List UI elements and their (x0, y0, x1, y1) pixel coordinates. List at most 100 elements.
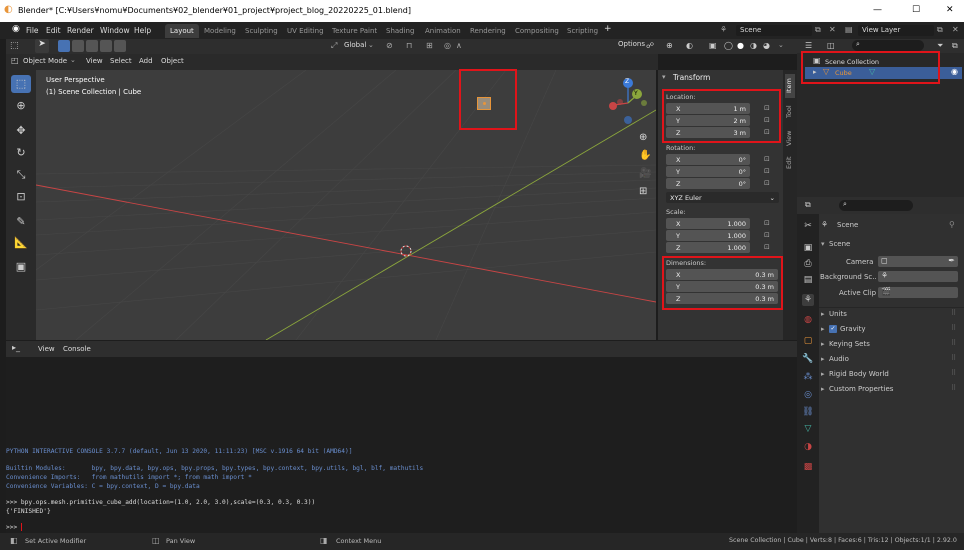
tab-scripting[interactable]: Scripting (562, 24, 603, 38)
select-mode-intersect-icon[interactable] (114, 40, 126, 52)
measure-tool-icon[interactable]: 📐 (11, 234, 31, 252)
toggle-xray-icon[interactable]: ▣ (709, 41, 717, 50)
new-scene-icon[interactable]: ⧉ (815, 25, 821, 35)
view-layer-tab-icon[interactable]: ▤ (802, 274, 814, 286)
select-mode-extend-icon[interactable] (72, 40, 84, 52)
scene-selector[interactable]: Scene (736, 25, 812, 36)
camera-view-icon[interactable]: 🎥 (639, 168, 651, 179)
select-box-tool-icon[interactable]: ⬚ (11, 75, 31, 93)
output-tab-icon[interactable]: ⎙ (802, 258, 814, 270)
tab-sculpting[interactable]: Sculpting (240, 24, 283, 38)
active-clip-field[interactable]: 🎬 (878, 287, 958, 298)
rotation-mode-dropdown[interactable]: XYZ Euler ⌄ (666, 192, 779, 203)
gravity-checkbox[interactable]: ✓ (829, 325, 837, 333)
transform-orientation-dropdown[interactable]: Global (344, 41, 366, 49)
rotation-x-field[interactable]: X 0° (666, 154, 750, 165)
tab-texture-paint[interactable]: Texture Paint (327, 24, 382, 38)
section-rigid-body-world[interactable]: ▸ Rigid Body World ⠿ (819, 367, 964, 382)
new-collection-icon[interactable]: ⧉ (952, 41, 958, 51)
close-button[interactable]: ✕ (946, 5, 954, 15)
maximize-button[interactable]: ☐ (912, 5, 920, 15)
annotate-tool-icon[interactable]: ✎ (11, 213, 31, 231)
menu-help[interactable]: Help (134, 26, 151, 35)
particles-tab-icon[interactable]: ⁂ (802, 371, 814, 383)
outliner-search-input[interactable]: ⌕ (852, 40, 924, 51)
pan-hand-icon[interactable]: ✋ (639, 150, 651, 161)
data-tab-icon[interactable]: ▽ (802, 423, 814, 435)
background-scene-field[interactable]: ⚘ (878, 271, 958, 282)
delete-scene-icon[interactable]: ✕ (829, 25, 836, 34)
wireframe-shading-icon[interactable]: ◯ (724, 41, 733, 50)
chevron-down-icon[interactable]: ▾ (662, 73, 666, 81)
tab-modeling[interactable]: Modeling (199, 24, 241, 38)
tab-uv-editing[interactable]: UV Editing (282, 24, 329, 38)
scale-z-field[interactable]: Z 1.000 (666, 242, 750, 253)
console-editor-icon[interactable]: ▸_ (12, 343, 20, 352)
select-mode-subtract-icon[interactable] (86, 40, 98, 52)
section-custom-properties[interactable]: ▸ Custom Properties ⠿ (819, 382, 964, 397)
section-keying-sets[interactable]: ▸ Keying Sets ⠿ (819, 337, 964, 352)
select-mode-new-icon[interactable] (58, 40, 70, 52)
solid-shading-icon[interactable]: ● (737, 41, 744, 50)
scale-y-field[interactable]: Y 1.000 (666, 230, 750, 241)
tab-compositing[interactable]: Compositing (510, 24, 564, 38)
filter-icon[interactable]: ⏷ (937, 41, 943, 51)
rotate-tool-icon[interactable]: ↻ (11, 144, 31, 162)
visibility-eye-icon[interactable]: ◉ (951, 67, 958, 76)
add-cube-tool-icon[interactable]: ▣ (11, 258, 31, 276)
delete-view-layer-icon[interactable]: ✕ (952, 25, 959, 34)
properties-editor-icon[interactable]: ⧉ (805, 200, 811, 210)
render-tab-icon[interactable]: ▣ (802, 242, 814, 254)
chevron-down-icon[interactable]: ▾ (821, 240, 825, 248)
world-tab-icon[interactable]: ◍ (802, 314, 814, 326)
move-tool-icon[interactable]: ✥ (11, 122, 31, 140)
outliner-editor-icon[interactable]: ☰ (805, 41, 812, 50)
display-mode-icon[interactable]: ◫ (827, 41, 835, 50)
add-workspace-button[interactable]: + (604, 24, 612, 34)
select-tool-icon[interactable]: ➤ (35, 39, 49, 53)
viewport-menu-add[interactable]: Add (139, 57, 153, 65)
tab-edit[interactable]: Edit (785, 154, 795, 172)
material-tab-icon[interactable]: ◑ (802, 441, 814, 453)
physics-tab-icon[interactable]: ◎ (802, 389, 814, 401)
properties-search-input[interactable]: ⌕ (839, 200, 913, 211)
object-tab-icon[interactable]: ▢ (802, 335, 814, 347)
ortho-grid-icon[interactable]: ⊞ (639, 186, 647, 197)
pivot-point-icon[interactable]: ⊘ (386, 41, 393, 50)
shading-options-icon[interactable]: ⌄ (778, 41, 784, 49)
tool-tab-icon[interactable]: ✂ (802, 220, 814, 232)
constraints-tab-icon[interactable]: ⛓ (802, 406, 814, 418)
material-shading-icon[interactable]: ◑ (750, 41, 757, 50)
tab-animation[interactable]: Animation (420, 24, 466, 38)
console-menu-console[interactable]: Console (63, 345, 91, 353)
menu-window[interactable]: Window (100, 26, 130, 35)
snap-icon[interactable]: ⊓ (406, 41, 412, 50)
pin-icon[interactable]: ⚲ (949, 220, 955, 229)
texture-tab-icon[interactable]: ▩ (802, 461, 814, 473)
viewport-menu-view[interactable]: View (86, 57, 103, 65)
section-units[interactable]: ▸ Units ⠿ (819, 307, 964, 322)
select-mode-invert-icon[interactable] (100, 40, 112, 52)
modifier-tab-icon[interactable]: 🔧 (802, 353, 814, 365)
transform-tool-icon[interactable]: ⊡ (11, 188, 31, 206)
menu-edit[interactable]: Edit (46, 26, 61, 35)
section-audio[interactable]: ▸ Audio ⠿ (819, 352, 964, 367)
view-layer-selector[interactable]: View Layer (858, 25, 934, 36)
tab-rendering[interactable]: Rendering (465, 24, 511, 38)
rotation-z-field[interactable]: Z 0° (666, 178, 750, 189)
tab-layout[interactable]: Layout (165, 24, 199, 38)
tab-tool[interactable]: Tool (785, 102, 795, 122)
editor-type-icon[interactable]: ⬚ (10, 41, 19, 51)
menu-file[interactable]: File (26, 26, 39, 35)
python-console[interactable]: PYTHON INTERACTIVE CONSOLE 3.7.7 (defaul… (6, 357, 797, 533)
rotation-y-field[interactable]: Y 0° (666, 166, 750, 177)
tab-item[interactable]: Item (785, 74, 795, 98)
snap-target-icon[interactable]: ⊞ (426, 41, 433, 50)
camera-field[interactable]: ◻ ✒ (878, 256, 958, 267)
scale-x-field[interactable]: X 1.000 (666, 218, 750, 229)
cursor-tool-icon[interactable]: ⊕ (11, 97, 31, 115)
minimize-button[interactable]: — (873, 5, 882, 15)
lock-icon[interactable]: ⊡ (764, 179, 770, 187)
tab-view[interactable]: View (785, 128, 795, 148)
scale-tool-icon[interactable]: ⤡ (11, 166, 31, 184)
